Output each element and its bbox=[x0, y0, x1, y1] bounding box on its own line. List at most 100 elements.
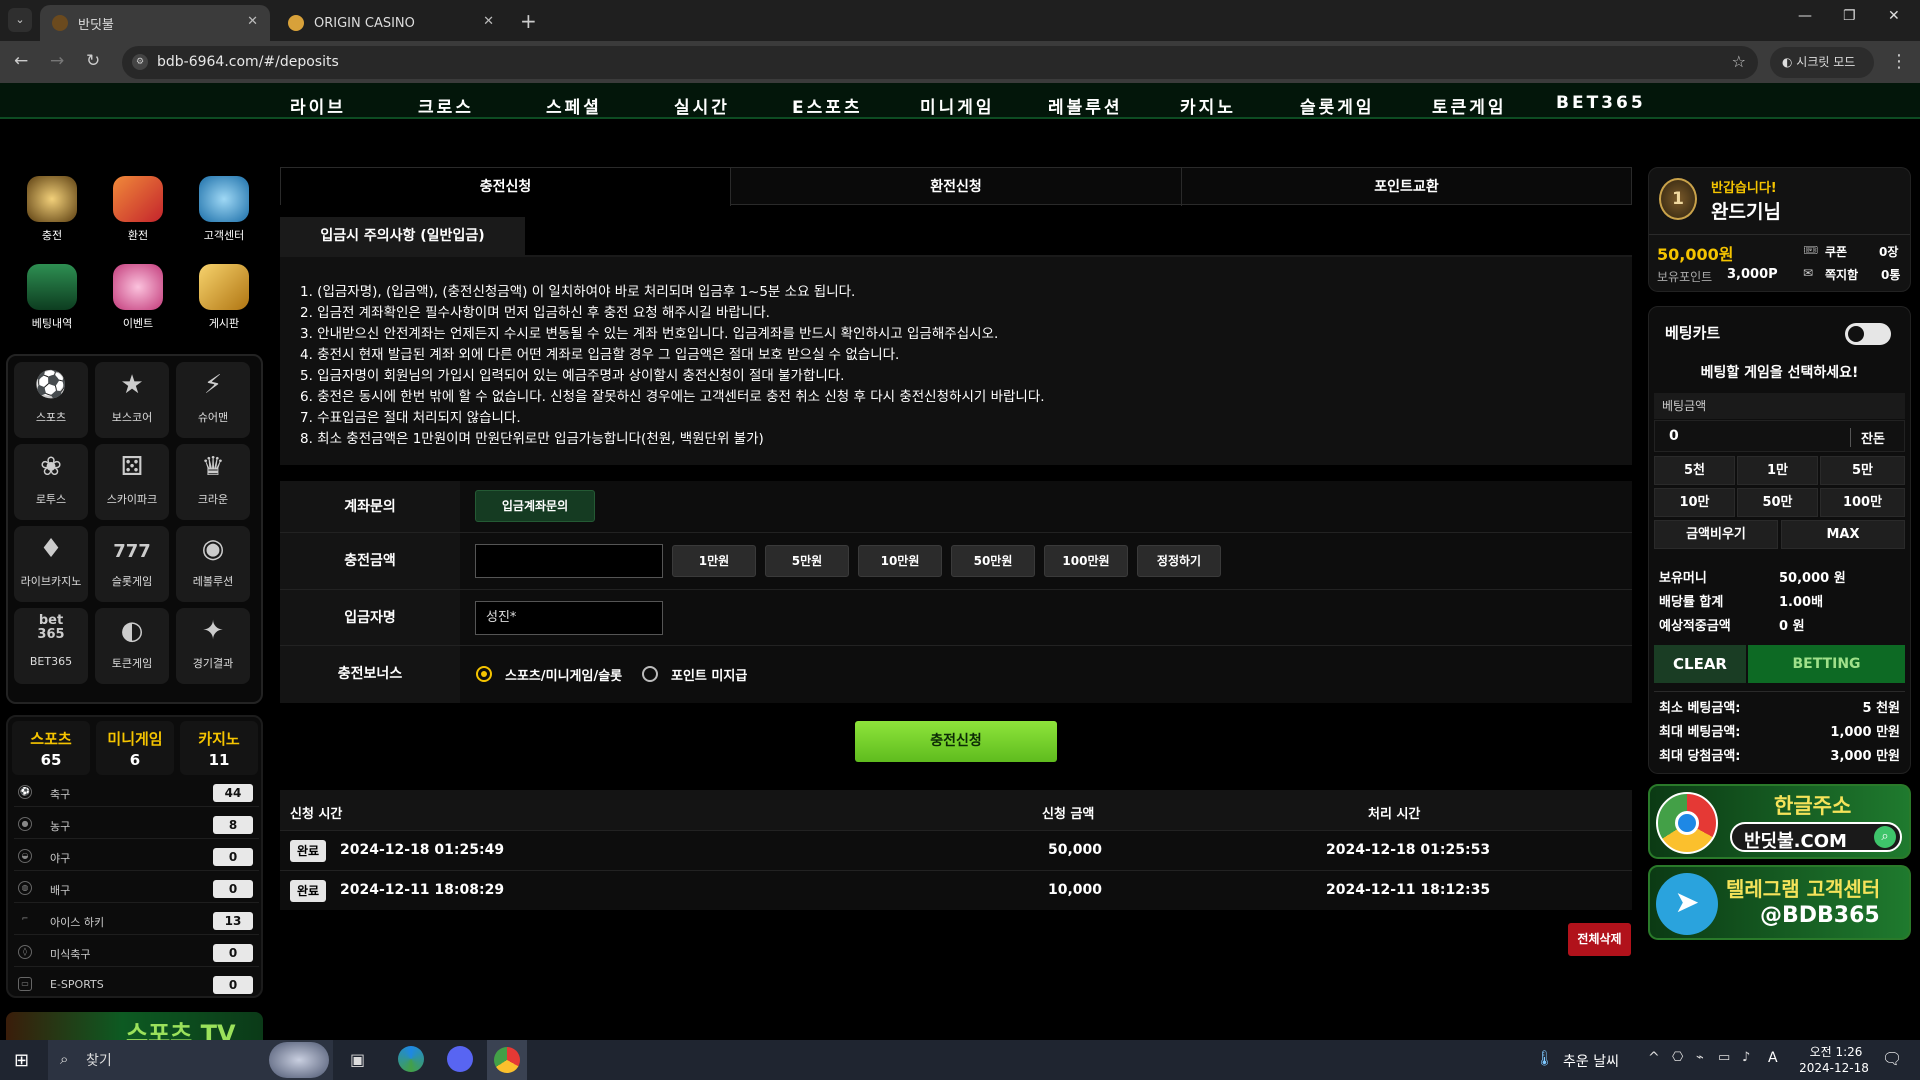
game-boscore[interactable]: ★ 보스코어 bbox=[95, 362, 169, 438]
clock-time[interactable]: 오전 1:26 bbox=[1802, 1043, 1870, 1060]
bet-100k-button[interactable]: 10만 bbox=[1654, 488, 1735, 517]
discord-icon[interactable] bbox=[447, 1046, 473, 1072]
windows-start-icon[interactable]: ⊞ bbox=[14, 1050, 29, 1071]
amount-50k-button[interactable]: 5만원 bbox=[765, 545, 849, 577]
max-button[interactable]: MAX bbox=[1781, 520, 1905, 549]
tab-deposit[interactable]: 충전신청 bbox=[281, 168, 731, 206]
quick-board[interactable]: 게시판 bbox=[186, 264, 262, 344]
coupon-label[interactable]: 쿠폰 bbox=[1825, 243, 1847, 260]
quick-deposit[interactable]: 충전 bbox=[14, 176, 90, 256]
tray-app-icon[interactable]: ⎔ bbox=[1672, 1050, 1683, 1065]
quick-bet-history[interactable]: 베팅내역 bbox=[14, 264, 90, 344]
amount-10k-button[interactable]: 1만원 bbox=[672, 545, 756, 577]
site-info-icon[interactable]: ⚙ bbox=[132, 54, 148, 70]
sport-row-baseball[interactable]: ◒ 야구 0 bbox=[14, 843, 259, 871]
close-icon[interactable]: ✕ bbox=[483, 14, 494, 29]
bet-50k-button[interactable]: 5만 bbox=[1820, 456, 1905, 485]
game-sureman[interactable]: ⚡ 슈어맨 bbox=[176, 362, 250, 438]
clear-amount-button[interactable]: 금액비우기 bbox=[1654, 520, 1778, 549]
count-minigame[interactable]: 미니게임 6 bbox=[96, 721, 174, 775]
delete-all-button[interactable]: 전체삭제 bbox=[1568, 923, 1631, 956]
quick-withdraw[interactable]: 환전 bbox=[100, 176, 176, 256]
game-live-casino[interactable]: ♦ 라이브카지노 bbox=[14, 526, 88, 602]
incognito-badge[interactable]: ◐ 시크릿 모드 bbox=[1770, 47, 1874, 78]
tab-point-exchange[interactable]: 포인트교환 bbox=[1182, 168, 1631, 206]
game-lotus[interactable]: ❀ 로투스 bbox=[14, 444, 88, 520]
speaker-icon[interactable]: ♪ bbox=[1742, 1050, 1750, 1065]
forward-icon[interactable]: → bbox=[50, 51, 64, 71]
address-bar[interactable]: ⚙ bdb-6964.com/#/deposits ☆ bbox=[122, 46, 1758, 79]
notification-icon[interactable]: 🗨 bbox=[1882, 1049, 1902, 1068]
nav-special[interactable]: 스페셜 bbox=[546, 93, 602, 117]
nav-esports[interactable]: E스포츠 bbox=[792, 93, 863, 117]
browser-tab[interactable]: ORIGIN CASINO ✕ bbox=[276, 5, 506, 41]
nav-slot[interactable]: 슬롯게임 bbox=[1300, 93, 1375, 117]
bet-5k-button[interactable]: 5천 bbox=[1654, 456, 1735, 485]
bet-10k-button[interactable]: 1만 bbox=[1737, 456, 1818, 485]
account-inquiry-button[interactable]: 입금계좌문의 bbox=[475, 490, 595, 522]
sport-row-esports[interactable]: ▭ E-SPORTS 0 bbox=[14, 971, 259, 999]
edge-icon[interactable] bbox=[398, 1046, 424, 1072]
bet-500k-button[interactable]: 50만 bbox=[1737, 488, 1818, 517]
amount-1m-button[interactable]: 100만원 bbox=[1044, 545, 1128, 577]
telegram-banner[interactable]: ➤ 텔레그램 고객센터 @BDB365 bbox=[1648, 865, 1911, 940]
game-skypark[interactable]: ⚄ 스카이파크 bbox=[95, 444, 169, 520]
quick-support[interactable]: 고객센터 bbox=[186, 176, 262, 256]
nav-cross[interactable]: 크로스 bbox=[418, 93, 474, 117]
nav-minigame[interactable]: 미니게임 bbox=[920, 93, 995, 117]
envelope-icon[interactable]: ✉ bbox=[1803, 266, 1813, 280]
menu-kebab-icon[interactable]: ⋮ bbox=[1890, 51, 1908, 72]
nav-realtime[interactable]: 실시간 bbox=[674, 93, 730, 117]
clear-button[interactable]: CLEAR bbox=[1654, 645, 1746, 683]
sport-row-american-football[interactable]: ◊ 미식축구 0 bbox=[14, 939, 259, 967]
nav-casino[interactable]: 카지노 bbox=[1180, 93, 1236, 117]
taskbar-search[interactable]: ⌕ 찾기 bbox=[48, 1040, 333, 1080]
bet-amount-field[interactable]: 0 잔돈 bbox=[1654, 420, 1905, 452]
tab-search-icon[interactable]: ⌄ bbox=[8, 8, 32, 32]
nav-live[interactable]: 라이브 bbox=[290, 93, 346, 117]
sport-row-volleyball[interactable]: ◍ 배구 0 bbox=[14, 875, 259, 903]
nav-revolution[interactable]: 레볼루션 bbox=[1048, 93, 1123, 117]
game-token[interactable]: ◐ 토큰게임 bbox=[95, 608, 169, 684]
bonus-none-radio[interactable] bbox=[642, 666, 658, 682]
reload-icon[interactable]: ↻ bbox=[86, 51, 100, 71]
window-close-icon[interactable]: ✕ bbox=[1888, 8, 1900, 24]
sport-row-icehockey[interactable]: ⌐ 아이스 하키 13 bbox=[14, 907, 259, 935]
game-sports[interactable]: ⚽ 스포츠 bbox=[14, 362, 88, 438]
display-icon[interactable]: ▭ bbox=[1718, 1050, 1730, 1065]
weather-text[interactable]: 추운 날씨 bbox=[1563, 1051, 1619, 1071]
remainder-button[interactable]: 잔돈 bbox=[1850, 428, 1885, 447]
amount-500k-button[interactable]: 50만원 bbox=[951, 545, 1035, 577]
network-icon[interactable]: ⌁ bbox=[1696, 1050, 1704, 1065]
back-icon[interactable]: ← bbox=[14, 51, 28, 71]
count-sports[interactable]: 스포츠 65 bbox=[12, 721, 90, 775]
bookmark-star-icon[interactable]: ☆ bbox=[1732, 52, 1746, 71]
amount-input[interactable] bbox=[475, 544, 663, 578]
tab-withdraw[interactable]: 환전신청 bbox=[731, 168, 1182, 206]
coupon-icon[interactable]: 🎟 bbox=[1803, 243, 1818, 257]
betting-button[interactable]: BETTING bbox=[1748, 645, 1905, 683]
amount-reset-button[interactable]: 정정하기 bbox=[1137, 545, 1221, 577]
tray-chevron-icon[interactable]: ^ bbox=[1648, 1050, 1660, 1066]
chrome-taskbar-active[interactable] bbox=[487, 1040, 527, 1080]
game-bet365[interactable]: bet 365 BET365 bbox=[14, 608, 88, 684]
ime-indicator[interactable]: A bbox=[1768, 1050, 1778, 1066]
deposit-submit-button[interactable]: 충전신청 bbox=[855, 721, 1057, 762]
sports-tv-banner[interactable]: 스포츠 TV bbox=[6, 1012, 263, 1042]
new-tab-icon[interactable]: + bbox=[520, 9, 537, 33]
restore-icon[interactable]: ❐ bbox=[1843, 8, 1856, 24]
minimize-icon[interactable]: — bbox=[1798, 8, 1812, 24]
message-label[interactable]: 쪽지함 bbox=[1825, 266, 1858, 283]
clock-date[interactable]: 2024-12-18 bbox=[1794, 1061, 1874, 1075]
count-casino[interactable]: 카지노 11 bbox=[180, 721, 258, 775]
task-view-icon[interactable]: ▣ bbox=[350, 1050, 365, 1069]
close-icon[interactable]: ✕ bbox=[247, 14, 258, 29]
game-crown[interactable]: ♛ 크라운 bbox=[176, 444, 250, 520]
amount-100k-button[interactable]: 10만원 bbox=[858, 545, 942, 577]
betcart-toggle[interactable] bbox=[1845, 323, 1891, 345]
browser-tab-active[interactable]: 반딧불 ✕ bbox=[40, 5, 270, 41]
bonus-sports-radio[interactable] bbox=[476, 666, 492, 682]
sport-row-basketball[interactable]: ● 농구 8 bbox=[14, 811, 259, 839]
game-slot[interactable]: 777 슬롯게임 bbox=[95, 526, 169, 602]
sport-row-soccer[interactable]: ⚽ 축구 44 bbox=[14, 779, 259, 807]
